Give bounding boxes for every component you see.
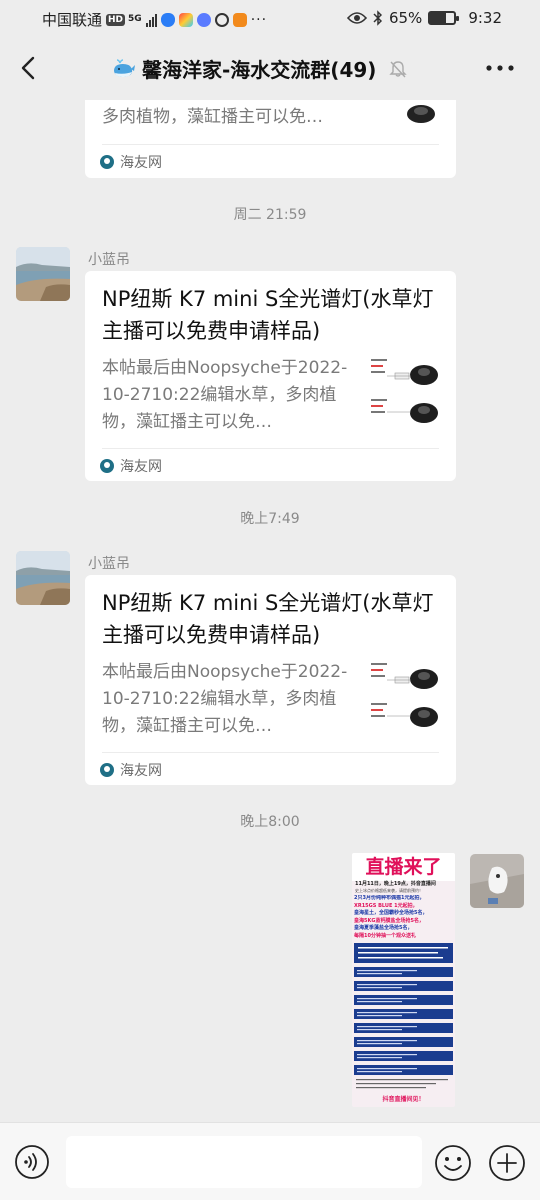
poster-promo-line: 2只3月份纯种布偶猫1元起拍， [354,895,425,901]
poster-promo-line: XR15GS BLUE 1元起拍， [354,902,418,909]
poster-headline: 直播来了 [352,853,455,881]
timestamp: 周二 21:59 [233,207,307,223]
emoji-button[interactable] [434,1144,472,1182]
message-input[interactable] [66,1136,422,1188]
poster-promo-line: 皇海5KG蓝钙膜盐全场抢5名， [354,917,424,924]
message-list[interactable]: 多肉植物，藻缸播主可以免… 海友网 周二 21:59 小蓝吊 NP纽斯 K7 m… [0,100,540,1122]
card-source: 海友网 [100,456,162,476]
clock: 9:32 [468,9,502,27]
source-name: 海友网 [120,459,162,475]
sender-name: 小蓝吊 [88,252,130,268]
sender-name: 小蓝吊 [88,556,130,572]
photos-app-icon [178,12,193,27]
timestamp: 晚上7:49 [240,511,300,527]
bell-off-icon [389,60,408,77]
timestamp: 晚上8:00 [240,814,300,830]
battery-icon [428,11,460,25]
card-divider [102,144,439,145]
poster-intro: 11月11日，晚上19点，抖音直播间 [355,881,436,887]
poster-intro-2: 史上冰点价格超低来袭，请提前预约！ [355,888,423,893]
card-divider [102,448,439,449]
poster-footer: 抖音直播间见！ [382,1096,425,1103]
link-card-partial[interactable]: 多肉植物，藻缸播主可以免… 海友网 [85,100,456,178]
card-thumbnail [369,100,441,140]
card-description: 本帖最后由Noopsyche于2022-10-2710:22编辑水草，多肉植物，… [102,358,348,432]
card-description: 本帖最后由Noopsyche于2022-10-2710:22编辑水草，多肉植物，… [102,662,348,736]
source-logo-icon [100,763,114,777]
network-type-label: 5G [128,14,142,24]
more-functions-button[interactable] [488,1144,526,1182]
more-button[interactable] [484,58,516,78]
poster-product-table [352,943,455,1091]
source-name: 海友网 [120,155,162,171]
title-group[interactable]: 馨海洋家-海水交流群(49) [112,54,408,83]
status-bar: 中国联通 HD 5G ··· 65% 9:32 [0,0,540,36]
card-divider [102,752,439,753]
source-name: 海友网 [120,763,162,779]
poster-promo-line: 皇海星土，全国霸秒全场抢5名， [354,910,428,916]
whale-emoji-icon [114,58,135,77]
card-thumbnail [369,355,441,431]
sender-avatar[interactable] [16,551,70,605]
music-app-icon [196,12,211,27]
card-thumbnail [369,659,441,735]
card-description: 多肉植物，藻缸播主可以免… [102,107,323,127]
card-source: 海友网 [100,760,162,780]
poster-promo-line: 每隔10分钟抽一个观众送礼 [354,932,416,939]
voice-toggle-button[interactable] [14,1144,50,1180]
chat-title: 馨海洋家-海水交流群(49) [142,58,377,82]
card-title: NP纽斯 K7 mini S全光谱灯(水草灯主播可以免费申请样品) [102,591,434,647]
shield-app-icon [160,12,175,27]
play-app-icon [232,12,247,27]
source-logo-icon [100,155,114,169]
self-avatar[interactable] [470,854,524,908]
eye-icon [346,12,367,24]
back-button[interactable] [14,52,46,84]
status-left: 中国联通 HD 5G ··· [42,9,267,30]
status-right: 65% 9:32 [346,9,502,27]
source-logo-icon [100,459,114,473]
battery-level-fill [430,13,446,23]
signal-icon [145,13,157,27]
poster-promo-block: 2只3月份纯种布偶猫1元起拍， XR15GS BLUE 1元起拍， 皇海星土，全… [354,895,453,941]
more-notifications-icon: ··· [250,11,268,28]
sender-avatar[interactable] [16,247,70,301]
bluetooth-icon [373,10,383,26]
shared-image-poster[interactable]: 直播来了 11月11日，晚上19点，抖音直播间 史上冰点价格超低来袭，请提前预约… [352,853,455,1107]
card-title: NP纽斯 K7 mini S全光谱灯(水草灯主播可以免费申请样品) [102,287,434,343]
ring-app-icon [214,12,229,27]
hd-badge: HD [106,13,126,26]
chat-header: 馨海洋家-海水交流群(49) [0,36,540,100]
poster-promo-line: 皇海夏季藻盐全场抢5名， [354,925,413,931]
card-source: 海友网 [100,152,162,172]
link-card[interactable]: NP纽斯 K7 mini S全光谱灯(水草灯主播可以免费申请样品) 本帖最后由N… [85,271,456,481]
link-card[interactable]: NP纽斯 K7 mini S全光谱灯(水草灯主播可以免费申请样品) 本帖最后由N… [85,575,456,785]
carrier-label: 中国联通 [42,11,103,29]
battery-percent: 65% [388,9,423,27]
input-bar [0,1122,540,1200]
